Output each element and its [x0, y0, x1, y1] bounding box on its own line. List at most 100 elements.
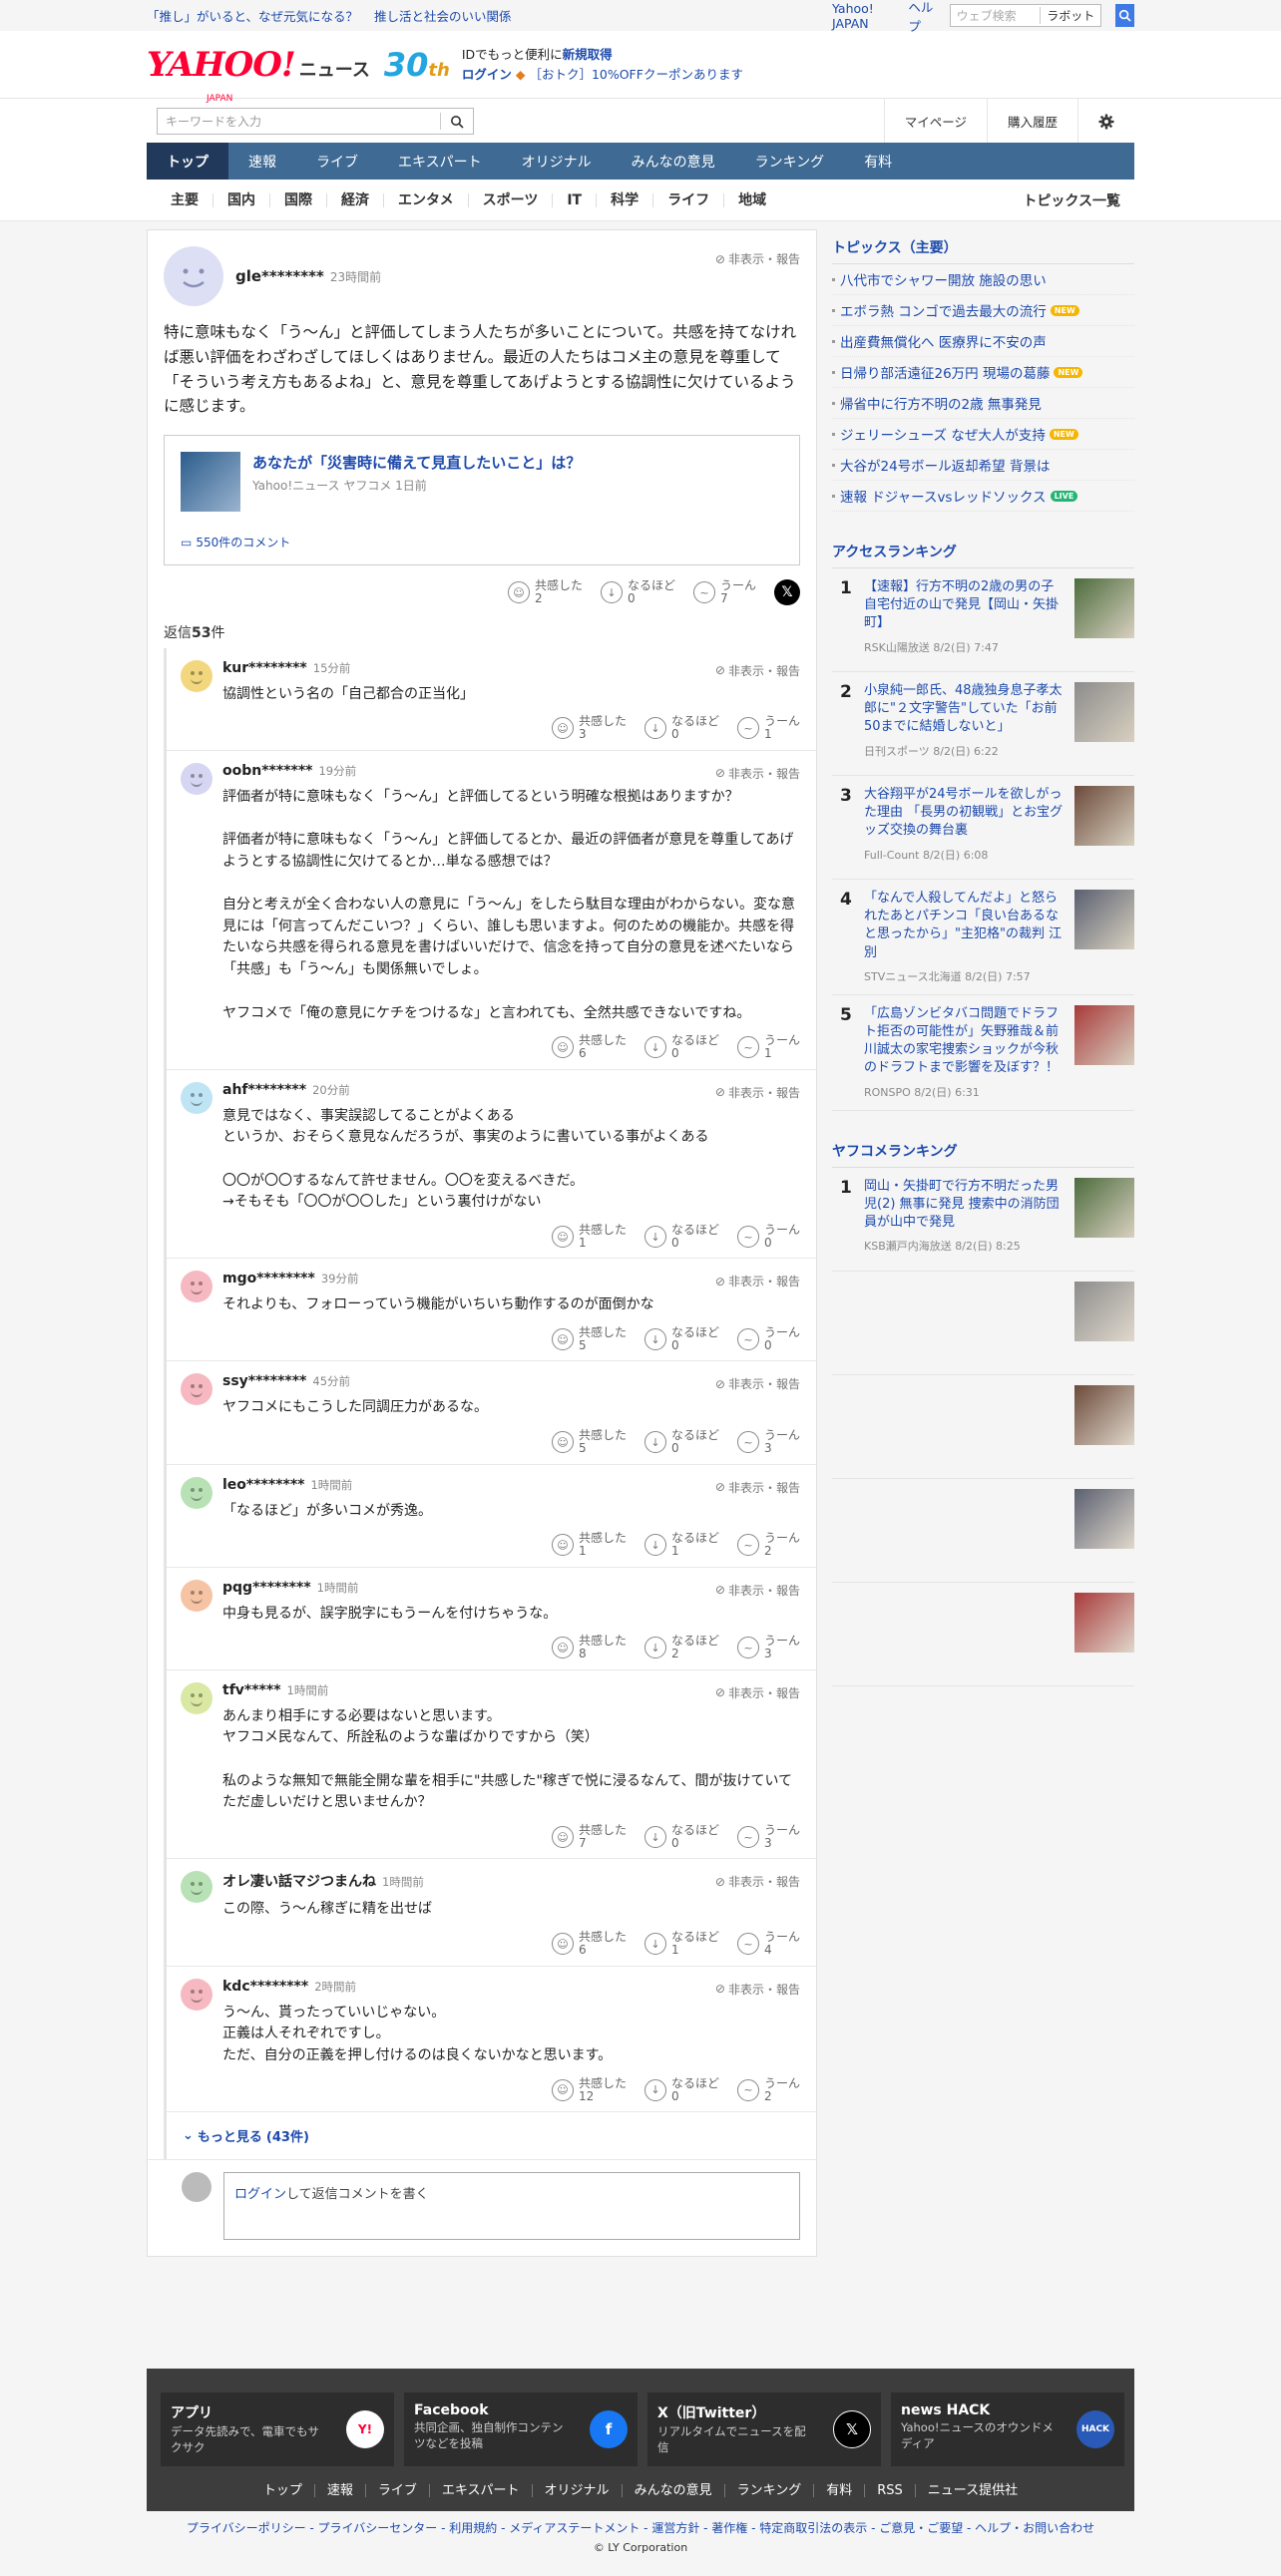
footer-card[interactable]: アプリ データ先読みで、電車でもサクサク Y!	[161, 2392, 394, 2466]
reply-user[interactable]: ahf********	[222, 1082, 306, 1098]
rank-title[interactable]: 「なんで人殺してんだよ」と怒られたあとパチンコ「良い台あるなと思ったから」"主犯…	[864, 890, 1065, 962]
topic-item[interactable]: 出産費無償化へ 医療界に不安の声	[832, 326, 1134, 357]
footer-link[interactable]: ニュース提供社	[916, 2484, 1030, 2497]
hide-report-button[interactable]: ⊘ 非表示・報告	[715, 1981, 800, 1998]
rank-thumbnail[interactable]	[1074, 1281, 1134, 1341]
coupon-link[interactable]: ［おトク］10%OFFクーポンあります	[529, 67, 743, 82]
reply-user[interactable]: kdc********	[222, 1979, 308, 1995]
react-insight-button[interactable]: ↓ なるほど 0	[643, 1223, 719, 1250]
hide-report-button[interactable]: ⊘ 非表示・報告	[715, 765, 800, 782]
react-agree-button[interactable]: ☺ 共感した 8	[551, 1635, 627, 1660]
react-hmm-button[interactable]: ~ うーん 2	[736, 1532, 800, 1558]
react-agree-button[interactable]: ☺ 共感した 2	[507, 579, 583, 605]
hide-report-button[interactable]: ⊘ 非表示・報告	[715, 662, 800, 679]
rank-title[interactable]: 小泉純一郎氏、48歳独身息子孝太郎に"２文字警告"していた「お前50までに結婚し…	[864, 682, 1065, 737]
reply-input[interactable]: ログインして返信コメントを書く	[223, 2171, 800, 2240]
hide-report-button[interactable]: ⊘ 非表示・報告	[715, 250, 800, 267]
tab-opinions[interactable]: みんなの意見	[612, 143, 735, 180]
reply-user[interactable]: oobn*******	[222, 763, 312, 779]
cat-world[interactable]: 国際	[270, 193, 327, 207]
comment-count-link[interactable]: ▭ 550件のコメント	[181, 534, 783, 551]
rabot-button[interactable]: ラボット	[1040, 7, 1100, 24]
rank-thumbnail[interactable]	[1074, 1488, 1134, 1549]
react-insight-button[interactable]: ↓ なるほど 0	[643, 1429, 719, 1455]
cat-science[interactable]: 科学	[597, 193, 654, 207]
topic-item[interactable]: 八代市でシャワー開放 施設の思い	[832, 264, 1134, 295]
promo-link-oshi[interactable]: 「推し」がいると、なぜ元気になる？	[147, 6, 358, 25]
show-more-button[interactable]: ⌄ もっと見る (43件)	[164, 2111, 816, 2159]
tab-ranking[interactable]: ランキング	[735, 143, 845, 180]
react-insight-button[interactable]: ↓ なるほど 0	[600, 579, 675, 605]
rank-title[interactable]: 大谷翔平が24号ボールを欲しがった理由 「長男の初観戦」とお宝グッズ交換の舞台裏	[864, 786, 1065, 841]
rank-thumbnail[interactable]	[1074, 890, 1134, 949]
react-hmm-button[interactable]: ~ うーん 0	[736, 1325, 800, 1352]
comment-user[interactable]: gle********	[235, 267, 324, 285]
rank-thumbnail[interactable]	[1074, 1004, 1134, 1065]
yafucome-ranking-title[interactable]: ヤフコメランキング	[832, 1133, 1134, 1168]
react-insight-button[interactable]: ↓ なるほど 0	[643, 1325, 719, 1352]
topic-item[interactable]: 速報 ドジャースvsレッドソックス LIVE	[832, 481, 1134, 512]
keyword-search-input[interactable]: キーワードを入力	[157, 108, 474, 135]
react-agree-button[interactable]: ☺ 共感した 5	[551, 1429, 627, 1455]
article-card[interactable]: あなたが「災害時に備えて見直したいこと」は？ Yahoo!ニュース ヤフコメ 1…	[164, 435, 800, 566]
react-hmm-button[interactable]: ~ うーん 3	[736, 1429, 800, 1455]
footer-link[interactable]: エキスパート	[430, 2484, 533, 2497]
ranking-item[interactable]: 1 【速報】行方不明の2歳の男の子 自宅付近の山で発見【岡山・矢掛町】 RSK山陽放…	[832, 568, 1134, 672]
hide-report-button[interactable]: ⊘ 非表示・報告	[715, 1873, 800, 1890]
footer-link[interactable]: 有料	[814, 2484, 866, 2497]
reply-login-link[interactable]: ログイン	[234, 2187, 286, 2202]
topic-item[interactable]: ジェリーシューズ なぜ大人が支持 NEW	[832, 419, 1134, 450]
react-agree-button[interactable]: ☺ 共感した 1	[551, 1532, 627, 1558]
legal-links[interactable]: プライバシーポリシー - プライバシーセンター - 利用規約 - メディアステー…	[0, 2519, 1281, 2536]
topic-item[interactable]: 大谷が24号ボール返却希望 背景は	[832, 450, 1134, 481]
tab-breaking[interactable]: 速報	[228, 143, 296, 180]
rank-thumbnail[interactable]	[1074, 1384, 1134, 1445]
yahoo-japan-link[interactable]: Yahoo! JAPAN	[832, 1, 896, 31]
react-hmm-button[interactable]: ~ うーん 4	[736, 1931, 800, 1957]
react-insight-button[interactable]: ↓ なるほど 0	[643, 1034, 719, 1060]
reply-user[interactable]: kur********	[222, 660, 307, 676]
tab-paid[interactable]: 有料	[844, 143, 912, 180]
react-agree-button[interactable]: ☺ 共感した 6	[551, 1931, 627, 1957]
rank-title[interactable]: 岡山・矢掛町で行方不明だった男児(2) 無事に発見 捜索中の消防団員が山中で発見	[864, 1178, 1065, 1233]
react-agree-button[interactable]: ☺ 共感した 7	[551, 1823, 627, 1850]
hide-report-button[interactable]: ⊘ 非表示・報告	[715, 1582, 800, 1599]
tab-original[interactable]: オリジナル	[502, 143, 612, 180]
footer-card[interactable]: Facebook 共同企画、独自制作コンテンツなどを投稿 f	[404, 2392, 638, 2466]
cat-life[interactable]: ライフ	[653, 193, 725, 207]
rank-thumbnail[interactable]	[1074, 682, 1134, 742]
topic-item[interactable]: 日帰り部活遠征26万円 現場の葛藤 NEW	[832, 357, 1134, 388]
cat-main[interactable]: 主要	[157, 193, 214, 207]
all-topics-link[interactable]: トピックス一覧	[1023, 190, 1120, 210]
footer-link[interactable]: みんなの意見	[623, 2484, 725, 2497]
settings-button[interactable]	[1077, 99, 1134, 144]
rank-thumbnail[interactable]	[1074, 1177, 1134, 1238]
hide-report-button[interactable]: ⊘ 非表示・報告	[715, 1684, 800, 1701]
rank-thumbnail[interactable]	[1074, 786, 1134, 846]
ranking-item[interactable]: 3 大谷翔平が24号ボールを欲しがった理由 「長男の初観戦」とお宝グッズ交換の舞台…	[832, 776, 1134, 880]
ranking-item[interactable]	[832, 1375, 1134, 1479]
hide-report-button[interactable]: ⊘ 非表示・報告	[715, 1273, 800, 1289]
react-hmm-button[interactable]: ~ うーん 2	[736, 2076, 800, 2103]
footer-link[interactable]: ランキング	[725, 2484, 815, 2497]
ranking-item[interactable]: 2 小泉純一郎氏、48歳独身息子孝太郎に"２文字警告"していた「お前50までに結婚…	[832, 672, 1134, 776]
rank-thumbnail[interactable]	[1074, 578, 1134, 638]
react-agree-button[interactable]: ☺ 共感した 1	[551, 1223, 627, 1250]
web-search-button[interactable]	[1115, 4, 1134, 27]
ranking-item[interactable]: 5 「広島ゾンビタバコ問題でドラフト拒否の可能性が」矢野雅哉＆前川誠太の家宅捜索シ…	[832, 995, 1134, 1111]
rank-title[interactable]: 「広島ゾンビタバコ問題でドラフト拒否の可能性が」矢野雅哉＆前川誠太の家宅捜索ショ…	[864, 1005, 1065, 1078]
ranking-item[interactable]	[832, 1272, 1134, 1375]
ranking-item[interactable]: 1 岡山・矢掛町で行方不明だった男児(2) 無事に発見 捜索中の消防団員が山中で発…	[832, 1168, 1134, 1272]
mypage-link[interactable]: マイページ	[883, 99, 987, 144]
footer-link[interactable]: オリジナル	[533, 2484, 623, 2497]
react-insight-button[interactable]: ↓ なるほど 0	[643, 1823, 719, 1850]
rank-title[interactable]: 【速報】行方不明の2歳の男の子 自宅付近の山で発見【岡山・矢掛町】	[864, 578, 1065, 633]
footer-link[interactable]: 速報	[315, 2484, 366, 2497]
topic-item[interactable]: 帰省中に行方不明の2歳 無事発見	[832, 388, 1134, 419]
login-link[interactable]: ログイン	[462, 67, 512, 82]
reply-user[interactable]: mgo********	[222, 1271, 315, 1287]
footer-link[interactable]: トップ	[251, 2484, 315, 2497]
tab-top[interactable]: トップ	[147, 143, 228, 180]
keyword-search-button[interactable]	[441, 115, 473, 129]
ranking-item[interactable]	[832, 1479, 1134, 1583]
